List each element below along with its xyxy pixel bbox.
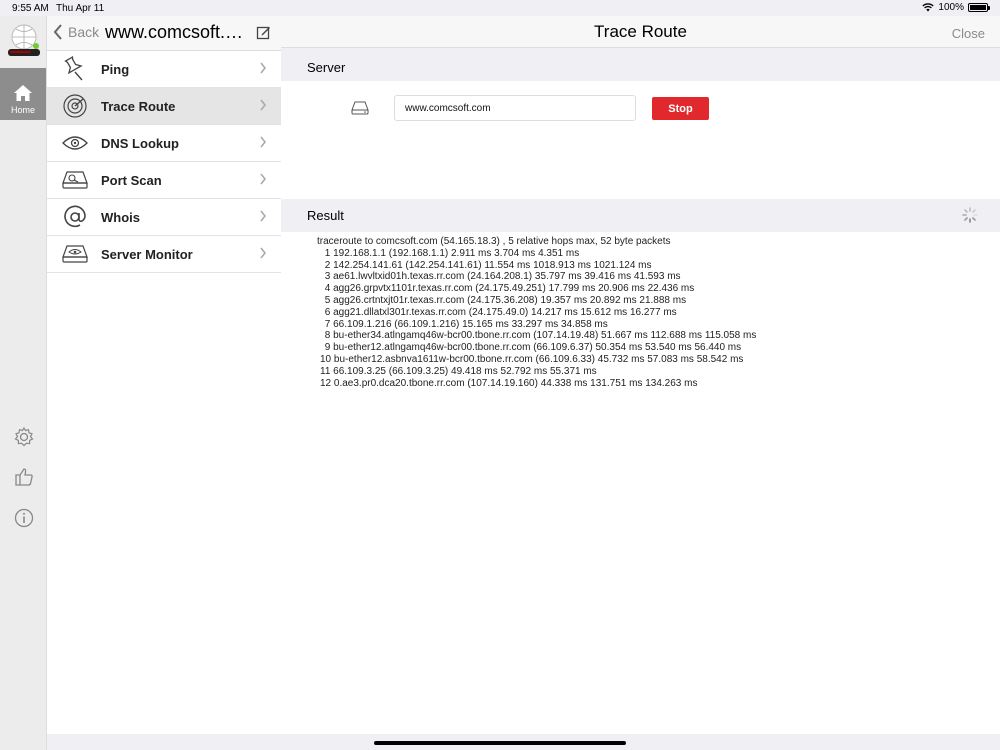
chevron-right-icon [260, 99, 267, 111]
server-panel: Stop [281, 81, 1000, 199]
result-line: 12 0.ae3.pr0.dca20.tbone.rr.com (107.14.… [320, 377, 698, 389]
status-right: 100% [922, 2, 990, 13]
edit-icon[interactable] [256, 25, 271, 40]
status-date: Thu Apr 11 [56, 3, 105, 14]
result-line: 10 bu-ether12.asbnva1611w-bcr00.tbone.rr… [320, 353, 744, 365]
radar-icon [61, 92, 89, 120]
back-label: Back [68, 24, 100, 40]
sidebar-item-trace-route[interactable]: Trace Route [47, 88, 281, 125]
result-output: traceroute to comcsoft.com (54.165.18.3)… [281, 232, 1000, 734]
eye-icon [61, 129, 89, 157]
loading-spinner-icon [962, 207, 978, 223]
status-time: 9:55 AM [12, 3, 49, 14]
result-line: 3 ae61.lwvltxid01h.texas.rr.com (24.164.… [322, 271, 681, 283]
sidebar-item-ping[interactable]: Ping [47, 51, 281, 88]
stop-button[interactable]: Stop [652, 97, 709, 120]
result-line: 8 bu-ether34.atlngamq46w-bcr00.tbone.rr.… [322, 330, 757, 342]
server-input[interactable] [394, 95, 636, 121]
result-line: 6 agg21.dllatxl301r.texas.rr.com (24.175… [322, 306, 677, 318]
wifi-icon [922, 3, 935, 12]
status-bar: 9:55 AM Thu Apr 11 100% [0, 0, 1000, 16]
result-line: 5 agg26.crtntxjt01r.texas.rr.com (24.175… [322, 294, 687, 306]
settings-icon[interactable] [13, 426, 35, 448]
sidebar-item-dns-lookup[interactable]: DNS Lookup [47, 125, 281, 162]
chevron-right-icon [260, 173, 267, 185]
close-button[interactable]: Close [952, 26, 985, 41]
pin-icon [61, 55, 89, 83]
site-title: www.comcsoft.c... [105, 22, 245, 42]
sidebar-header: Back www.comcsoft.c... [47, 16, 281, 51]
drive-eye-icon [61, 240, 89, 268]
server-section-label: Server [307, 60, 346, 75]
chevron-right-icon [260, 247, 267, 259]
sidebar-item-label: Trace Route [101, 98, 176, 114]
result-line: 4 agg26.grpvtx1101r.texas.rr.com (24.175… [322, 283, 695, 295]
chevron-right-icon [260, 62, 267, 74]
sidebar-item-whois[interactable]: Whois [47, 199, 281, 236]
drive-scan-icon [61, 166, 89, 194]
navigation-bar: Trace Route Close [281, 16, 1000, 48]
back-button[interactable]: Back [53, 24, 99, 40]
result-line: 7 66.109.1.216 (66.109.1.216) 15.165 ms … [322, 318, 608, 330]
sidebar-item-label: Server Monitor [101, 246, 193, 262]
result-line: 1 192.168.1.1 (192.168.1.1) 2.911 ms 3.7… [322, 247, 580, 259]
sidebar-item-label: DNS Lookup [101, 135, 179, 151]
sidebar-item-label: Ping [101, 61, 130, 77]
battery-icon [968, 3, 990, 12]
result-line: traceroute to comcsoft.com (54.165.18.3)… [317, 236, 671, 247]
sidebar-item-server-monitor[interactable]: Server Monitor [47, 236, 281, 273]
chevron-left-icon [53, 24, 62, 40]
sidebar-item-label: Port Scan [101, 172, 162, 188]
tools-sidebar: Back www.comcsoft.c... Ping Trace Route … [47, 16, 281, 734]
home-icon [14, 85, 32, 101]
result-line: 2 142.254.141.61 (142.254.141.61) 11.554… [322, 259, 652, 271]
app-logo-icon[interactable] [6, 22, 42, 58]
result-line: 9 bu-ether12.atlngamq46w-bcr00.tbone.rr.… [322, 342, 742, 354]
server-drive-icon [351, 101, 369, 115]
sidebar-item-port-scan[interactable]: Port Scan [47, 162, 281, 199]
battery-percent: 100% [938, 2, 964, 13]
app-rail: Home [0, 16, 47, 750]
home-label: Home [10, 105, 35, 115]
chevron-right-icon [260, 136, 267, 148]
result-line: 11 66.109.3.25 (66.109.3.25) 49.418 ms 5… [320, 365, 597, 377]
info-icon[interactable] [13, 507, 35, 529]
page-title: Trace Route [594, 22, 687, 41]
server-section-header: Server [281, 48, 1000, 81]
chevron-right-icon [260, 210, 267, 222]
at-icon [61, 203, 89, 231]
sidebar-item-label: Whois [101, 209, 140, 225]
result-section-label: Result [307, 208, 344, 223]
result-section-header: Result [281, 199, 1000, 232]
thumbs-up-icon[interactable] [13, 466, 35, 488]
trace-route-panel: Trace Route Close Server Stop Result tra… [281, 16, 1000, 734]
home-tab[interactable]: Home [0, 68, 46, 120]
home-indicator[interactable] [374, 741, 626, 745]
